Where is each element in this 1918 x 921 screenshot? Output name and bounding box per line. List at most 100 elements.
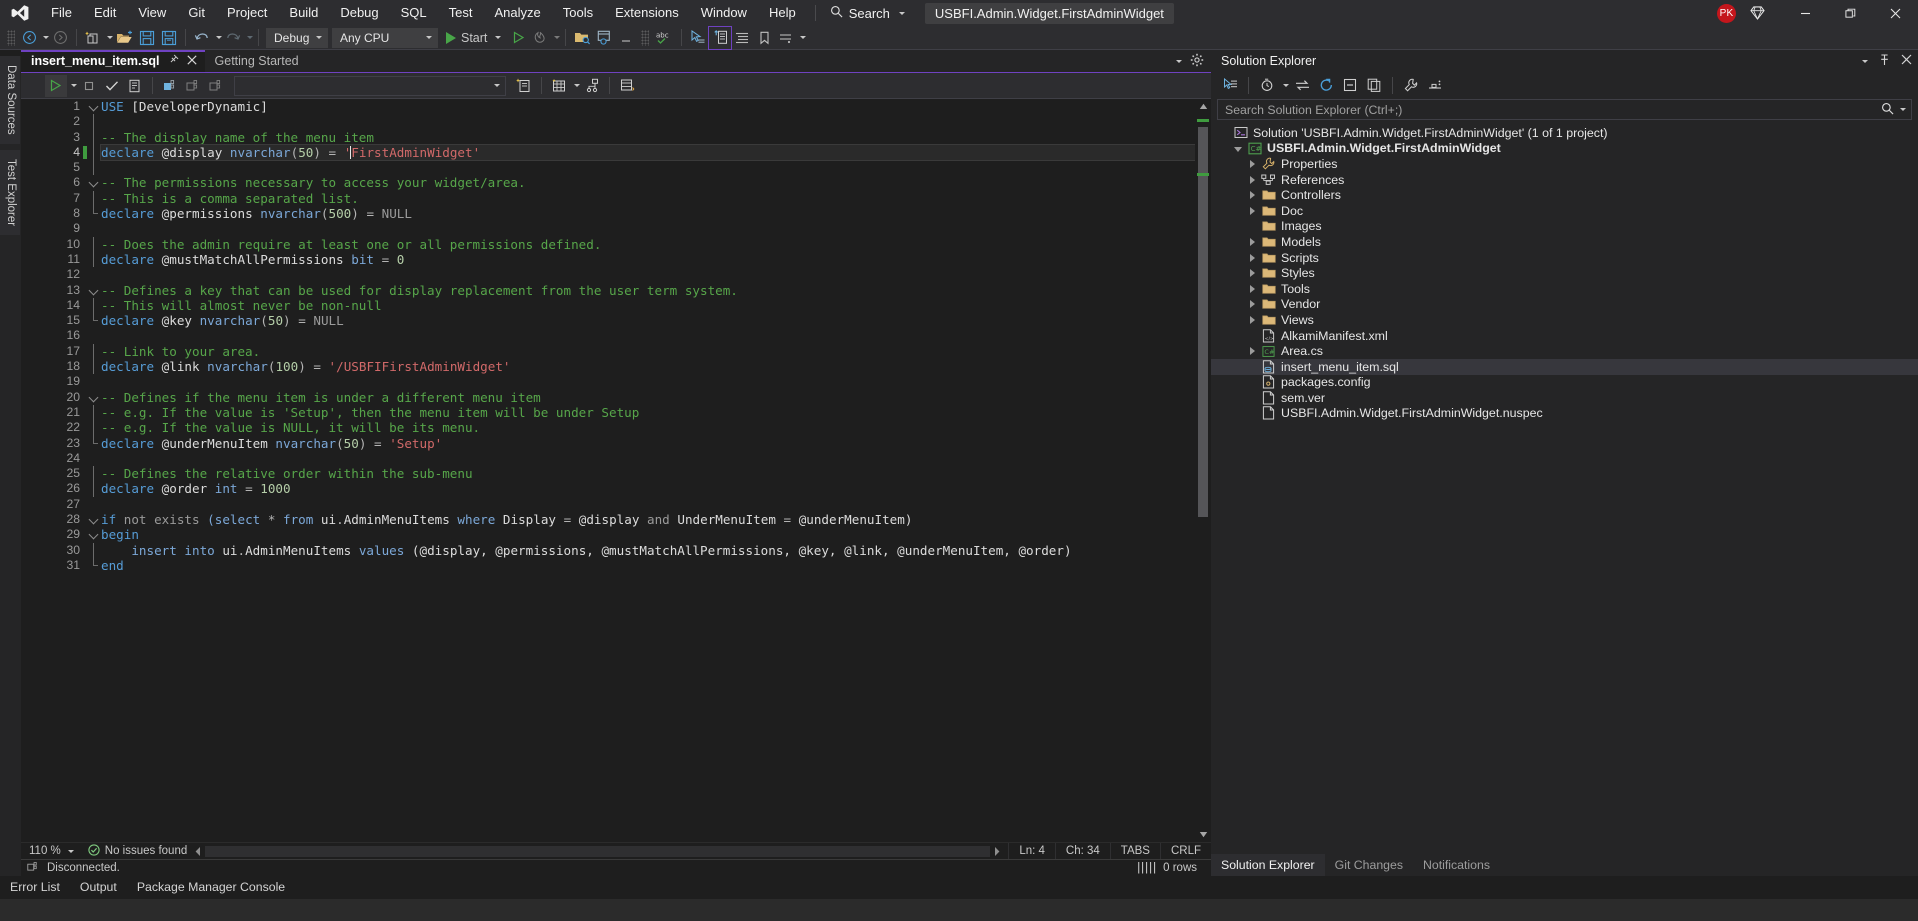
- close-panel-icon[interactable]: [1901, 54, 1912, 68]
- open-file-button[interactable]: [113, 27, 136, 49]
- execute-query-button[interactable]: [45, 74, 67, 97]
- tabs-indicator[interactable]: TABS: [1109, 842, 1160, 860]
- navigate-forward-button[interactable]: [49, 27, 71, 49]
- code-line[interactable]: declare @display nvarchar(50) = 'FirstAd…: [100, 143, 1195, 162]
- tree-expand-icon[interactable]: [1245, 237, 1259, 246]
- solution-explorer-search-input[interactable]: Search Solution Explorer (Ctrl+;): [1217, 99, 1912, 120]
- preview-selected-items-button[interactable]: [1424, 74, 1446, 96]
- bottom-tab-solution-explorer[interactable]: Solution Explorer: [1211, 854, 1325, 876]
- tree-item[interactable]: USBFI.Admin.Widget.FirstAdminWidget.nusp…: [1211, 406, 1918, 422]
- query-designer-button[interactable]: [616, 75, 638, 97]
- code-editor[interactable]: 1 2 3 4 5 6 7 8 9 10 11 12 13 14 15 16 17 18 19 20 21 22 23 24 2…: [21, 99, 1211, 842]
- hot-reload-button[interactable]: [529, 27, 551, 49]
- code-line[interactable]: USE [DeveloperDynamic]: [101, 99, 1195, 114]
- tab-package-manager-console[interactable]: Package Manager Console: [127, 876, 295, 899]
- outlining-glyph[interactable]: [88, 527, 101, 542]
- tree-expand-icon[interactable]: [1245, 191, 1259, 200]
- menu-extensions[interactable]: Extensions: [604, 0, 690, 26]
- parse-query-button[interactable]: [101, 75, 123, 97]
- redo-button[interactable]: [222, 27, 244, 49]
- global-search[interactable]: Search: [824, 2, 911, 24]
- code-line[interactable]: declare @order int = 1000: [101, 481, 1195, 496]
- menu-help[interactable]: Help: [758, 0, 807, 26]
- code-line[interactable]: begin: [101, 527, 1195, 542]
- tree-expand-icon[interactable]: [1245, 253, 1259, 262]
- menu-window[interactable]: Window: [690, 0, 758, 26]
- tree-expand-icon[interactable]: [1245, 315, 1259, 324]
- outlining-glyph[interactable]: [88, 283, 101, 298]
- collapse-all-button[interactable]: [1339, 74, 1361, 96]
- code-line[interactable]: declare @underMenuItem nvarchar(50) = 'S…: [101, 436, 1195, 451]
- close-button[interactable]: [1873, 0, 1918, 26]
- tree-item[interactable]: sem.ver: [1211, 390, 1918, 406]
- tab-output[interactable]: Output: [70, 876, 127, 899]
- tree-item[interactable]: C# USBFI.Admin.Widget.FirstAdminWidget: [1211, 141, 1918, 157]
- tree-item[interactable]: Scripts: [1211, 250, 1918, 266]
- pending-changes-filter-button[interactable]: [1256, 74, 1278, 96]
- scroll-thumb[interactable]: [1198, 127, 1208, 517]
- tree-expand-icon[interactable]: [1231, 145, 1245, 152]
- tree-item[interactable]: Solution 'USBFI.Admin.Widget.FirstAdminW…: [1211, 125, 1918, 141]
- maximize-restore-button[interactable]: [1828, 0, 1873, 26]
- code-line[interactable]: -- Defines if the menu item is under a d…: [101, 390, 1195, 405]
- code-line[interactable]: -- e.g. If the value is NULL, it will be…: [101, 420, 1195, 435]
- tab-error-list[interactable]: Error List: [0, 876, 70, 899]
- code-line[interactable]: declare @permissions nvarchar(500) = NUL…: [101, 206, 1195, 221]
- disconnect-database-button[interactable]: [182, 75, 204, 97]
- eol-indicator[interactable]: CRLF: [1159, 842, 1211, 860]
- menu-tools[interactable]: Tools: [552, 0, 604, 26]
- tree-item[interactable]: Properties: [1211, 156, 1918, 172]
- sidebar-tab-test-explorer[interactable]: Test Explorer: [0, 149, 20, 235]
- menu-debug[interactable]: Debug: [329, 0, 389, 26]
- redo-dropdown-icon[interactable]: [247, 36, 253, 39]
- menu-edit[interactable]: Edit: [83, 0, 127, 26]
- editor-vertical-scrollbar[interactable]: [1195, 99, 1211, 842]
- new-project-button[interactable]: [82, 27, 104, 49]
- menu-git[interactable]: Git: [177, 0, 216, 26]
- bottom-tab-notifications[interactable]: Notifications: [1413, 854, 1500, 876]
- tree-item[interactable]: Vendor: [1211, 297, 1918, 313]
- undo-button[interactable]: [191, 27, 213, 49]
- hot-reload-dropdown-icon[interactable]: [554, 36, 561, 39]
- solution-explorer-home-button[interactable]: [1219, 74, 1241, 96]
- filter-dropdown-icon[interactable]: [1283, 83, 1289, 87]
- solution-explorer-tree[interactable]: Solution 'USBFI.Admin.Widget.FirstAdminW…: [1211, 123, 1918, 854]
- minimize-button[interactable]: [1783, 0, 1828, 26]
- scroll-down-arrow-icon[interactable]: [1195, 827, 1211, 842]
- toolbar-overflow-icon[interactable]: [800, 36, 807, 39]
- code-line[interactable]: [101, 328, 1195, 343]
- tree-expand-icon[interactable]: [1245, 206, 1259, 215]
- code-line[interactable]: -- Link to your area.: [101, 344, 1195, 359]
- solution-explorer-toggle-button[interactable]: [708, 25, 733, 50]
- code-line[interactable]: -- The permissions necessary to access y…: [101, 175, 1195, 190]
- bottom-tab-git-changes[interactable]: Git Changes: [1325, 854, 1413, 876]
- code-line[interactable]: [101, 221, 1195, 236]
- toolbar-grip[interactable]: [7, 29, 15, 46]
- tree-item[interactable]: </> AlkamiManifest.xml: [1211, 328, 1918, 344]
- tree-item[interactable]: Views: [1211, 312, 1918, 328]
- editor-tab-getting-started[interactable]: Getting Started: [205, 50, 307, 72]
- tree-expand-icon[interactable]: [1245, 347, 1259, 356]
- code-line[interactable]: [101, 114, 1195, 129]
- sidebar-tab-data-sources[interactable]: Data Sources: [0, 56, 20, 144]
- tree-item[interactable]: Controllers: [1211, 187, 1918, 203]
- code-line[interactable]: end: [101, 558, 1195, 573]
- execute-dropdown-icon[interactable]: [71, 84, 77, 87]
- zoom-level-select[interactable]: 110 %: [21, 845, 80, 857]
- menu-sql[interactable]: SQL: [390, 0, 438, 26]
- spell-check-button[interactable]: abc: [652, 27, 676, 49]
- issues-indicator[interactable]: No issues found: [80, 843, 187, 859]
- pin-tab-icon[interactable]: [168, 54, 179, 68]
- tree-item[interactable]: Styles: [1211, 265, 1918, 281]
- tree-expand-icon[interactable]: [1245, 159, 1259, 168]
- tree-item-selected[interactable]: insert_menu_item.sql: [1211, 358, 1918, 375]
- hscroll-thumb[interactable]: [205, 845, 991, 857]
- new-query-button[interactable]: [513, 75, 535, 97]
- outlining-glyph[interactable]: [88, 99, 101, 114]
- tree-expand-icon[interactable]: [1245, 269, 1259, 278]
- outlining-glyph[interactable]: [88, 390, 101, 405]
- tree-item[interactable]: packages.config: [1211, 375, 1918, 391]
- search-icon-se[interactable]: [1881, 102, 1894, 118]
- code-line[interactable]: declare @mustMatchAllPermissions bit = 0: [101, 252, 1195, 267]
- start-debug-button[interactable]: Start: [440, 27, 507, 49]
